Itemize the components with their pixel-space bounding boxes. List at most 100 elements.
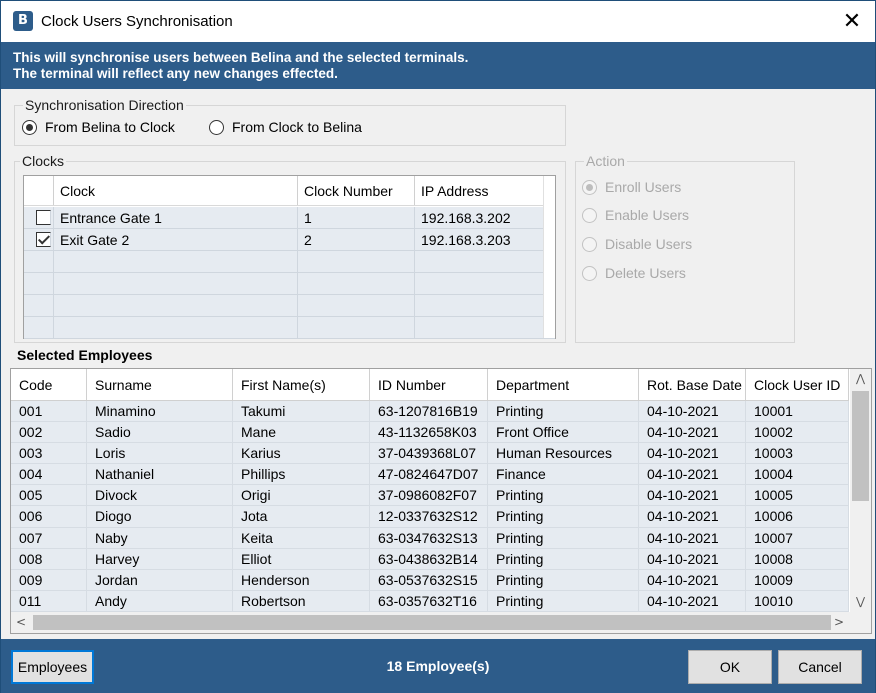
- column-header-code[interactable]: Code: [11, 369, 87, 400]
- radio-enable-users[interactable]: Enable Users: [582, 207, 689, 223]
- radio-circle: [209, 119, 224, 135]
- radio-enroll-users[interactable]: Enroll Users: [582, 179, 681, 195]
- cell-surname: Nathaniel: [87, 464, 233, 485]
- cell-first-names: Mane: [233, 422, 370, 443]
- action-group-label: Action: [584, 153, 627, 169]
- cell-rot-base-date: 04-10-2021: [639, 506, 746, 527]
- cell-id-number: 37-0986082F07: [370, 485, 488, 506]
- title-bar: B Clock Users Synchronisation ✕: [1, 1, 875, 42]
- row-checkbox-checked[interactable]: [36, 232, 51, 247]
- column-header-rot-base-date[interactable]: Rot. Base Date: [639, 369, 746, 400]
- table-row[interactable]: 003 Loris Karius 37-0439368L07 Human Resourc…: [11, 443, 849, 465]
- employees-vertical-scrollbar[interactable]: ⋀ ⋁: [850, 369, 871, 612]
- row-checkbox-cell: [24, 207, 54, 228]
- column-header-surname[interactable]: Surname: [87, 369, 233, 400]
- radio-circle: [582, 236, 597, 252]
- cell-surname: Naby: [87, 527, 233, 548]
- table-row[interactable]: 009 Jordan Henderson 63-0537632S15 Printing 0…: [11, 569, 849, 591]
- radio-circle-selected: [582, 179, 597, 195]
- table-row[interactable]: 005 Divock Origi 37-0986082F07 Printing 04-10…: [11, 485, 849, 507]
- cell-clock-user-id: 10006: [746, 506, 849, 527]
- cell-department: Printing: [488, 548, 639, 569]
- scroll-right-arrow-icon[interactable]: >: [829, 612, 849, 633]
- table-row[interactable]: 006 Diogo Jota 12-0337632S12 Printing 04-10-2…: [11, 506, 849, 528]
- checkbox-column-header: [24, 176, 54, 205]
- cell-surname: Sadio: [87, 422, 233, 443]
- scroll-down-arrow-icon[interactable]: ⋁: [850, 592, 871, 612]
- cell-surname: Diogo: [87, 506, 233, 527]
- cell-first-names: Takumi: [233, 401, 370, 422]
- column-header-id-number[interactable]: ID Number: [370, 369, 488, 400]
- column-header-clock-user-id[interactable]: Clock User ID: [746, 369, 849, 400]
- row-checkbox[interactable]: [36, 210, 51, 225]
- cell-code: 001: [11, 401, 87, 422]
- ok-button[interactable]: OK: [688, 650, 772, 684]
- cell-ip-address: 192.168.3.202: [415, 207, 544, 228]
- cell-first-names: Henderson: [233, 569, 370, 590]
- table-row[interactable]: 008 Harvey Elliot 63-0438632B14 Printing 04-1…: [11, 548, 849, 570]
- cell-clock-user-id: 10005: [746, 485, 849, 506]
- cell-ip-address: 192.168.3.203: [415, 229, 544, 250]
- table-row[interactable]: 011 Andy Robertson 63-0357632T16 Printing 04-…: [11, 590, 849, 612]
- cell-id-number: 37-0439368L07: [370, 443, 488, 464]
- close-button[interactable]: ✕: [829, 1, 875, 42]
- scroll-up-arrow-icon[interactable]: ⋀: [850, 369, 871, 389]
- employees-table-body: 001 Minamino Takumi 63-1207816B19 Printing 04…: [11, 401, 849, 612]
- table-row[interactable]: 004 Nathaniel Phillips 47-0824647D07 Finance…: [11, 464, 849, 486]
- cell-rot-base-date: 04-10-2021: [639, 569, 746, 590]
- direction-group-label: Synchronisation Direction: [23, 97, 186, 113]
- cell-clock-user-id: 10010: [746, 590, 849, 611]
- radio-clock-to-belina[interactable]: From Clock to Belina: [209, 119, 362, 135]
- table-row[interactable]: 007 Naby Keita 63-0347632S13 Printing 04-10-2…: [11, 527, 849, 549]
- cell-id-number: 63-0537632S15: [370, 569, 488, 590]
- column-header-clock-number[interactable]: Clock Number: [298, 176, 415, 205]
- cell-code: 007: [11, 527, 87, 548]
- table-row[interactable]: Entrance Gate 1 1 192.168.3.202: [24, 207, 555, 229]
- empty-row: [24, 317, 555, 339]
- employees-horizontal-scrollbar[interactable]: < >: [11, 612, 871, 633]
- radio-label: Delete Users: [605, 265, 686, 281]
- radio-label: From Clock to Belina: [232, 119, 362, 135]
- radio-label: Enroll Users: [605, 179, 682, 195]
- vertical-scroll-thumb[interactable]: [852, 391, 869, 501]
- selected-employees-heading: Selected Employees: [17, 347, 153, 363]
- cell-id-number: 43-1132658K03: [370, 422, 488, 443]
- column-header-first-names[interactable]: First Name(s): [233, 369, 370, 400]
- cell-rot-base-date: 04-10-2021: [639, 548, 746, 569]
- column-header-clock[interactable]: Clock: [54, 176, 298, 205]
- horizontal-scroll-thumb[interactable]: [33, 615, 831, 630]
- row-checkbox-cell: [24, 229, 54, 250]
- column-header-department[interactable]: Department: [488, 369, 639, 400]
- cell-first-names: Origi: [233, 485, 370, 506]
- radio-delete-users[interactable]: Delete Users: [582, 265, 686, 281]
- cell-id-number: 12-0337632S12: [370, 506, 488, 527]
- clocks-table: Clock Clock Number IP Address Entrance G…: [23, 175, 556, 339]
- cell-department: Front Office: [488, 422, 639, 443]
- cell-clock-user-id: 10001: [746, 401, 849, 422]
- cell-code: 009: [11, 569, 87, 590]
- cell-surname: Jordan: [87, 569, 233, 590]
- info-banner: This will synchronise users between Beli…: [1, 42, 875, 89]
- cell-surname: Harvey: [87, 548, 233, 569]
- employees-table: Code Surname First Name(s) ID Number Dep…: [10, 368, 872, 634]
- cell-department: Printing: [488, 527, 639, 548]
- cell-code: 006: [11, 506, 87, 527]
- cell-surname: Minamino: [87, 401, 233, 422]
- cancel-button[interactable]: Cancel: [778, 650, 862, 684]
- radio-belina-to-clock[interactable]: From Belina to Clock: [22, 119, 175, 135]
- clocks-table-scrollbar[interactable]: [543, 176, 555, 338]
- cell-id-number: 63-1207816B19: [370, 401, 488, 422]
- cell-first-names: Robertson: [233, 590, 370, 611]
- table-row[interactable]: Exit Gate 2 2 192.168.3.203: [24, 229, 555, 251]
- cell-code: 008: [11, 548, 87, 569]
- radio-circle: [582, 265, 597, 281]
- cell-department: Printing: [488, 506, 639, 527]
- table-row[interactable]: 002 Sadio Mane 43-1132658K03 Front Office 04-…: [11, 422, 849, 444]
- cell-surname: Loris: [87, 443, 233, 464]
- table-row[interactable]: 001 Minamino Takumi 63-1207816B19 Printing 04…: [11, 401, 849, 423]
- scroll-left-arrow-icon[interactable]: <: [11, 612, 31, 633]
- radio-disable-users[interactable]: Disable Users: [582, 236, 692, 252]
- cell-rot-base-date: 04-10-2021: [639, 422, 746, 443]
- cell-clock-user-id: 10003: [746, 443, 849, 464]
- column-header-ip-address[interactable]: IP Address: [415, 176, 544, 205]
